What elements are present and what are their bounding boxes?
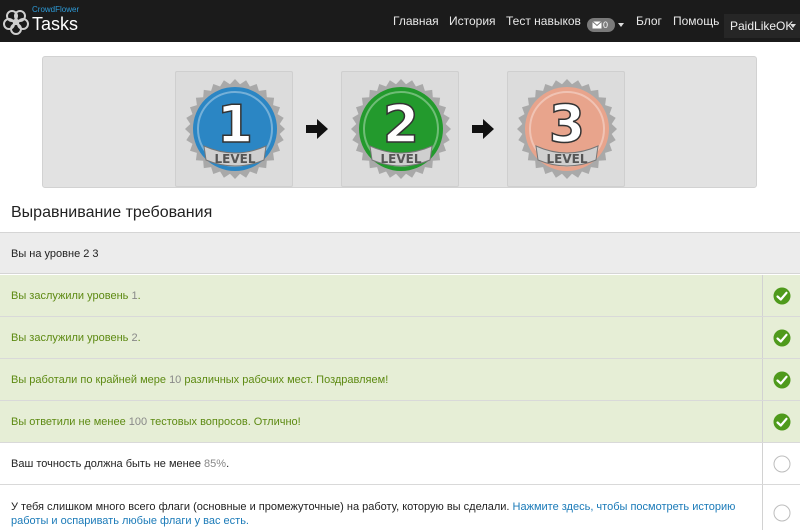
level-1-badge: 1 LEVEL [175, 71, 293, 187]
crowdflower-flower-icon [3, 10, 29, 35]
requirement-row: Ваш точность должна быть не менее 85%. [0, 443, 800, 485]
svg-text:LEVEL: LEVEL [547, 152, 588, 166]
requirement-row: Вы работали по крайней мере 10 различных… [0, 359, 800, 401]
brand-title: Tasks [32, 14, 79, 34]
current-level-row: Вы на уровне 2 3 [0, 232, 800, 274]
level-3-badge: 3 LEVEL [507, 71, 625, 187]
requirement-row: Вы заслужили уровень 2. [0, 317, 800, 359]
nav-skills-test[interactable]: Тест навыков [506, 0, 581, 42]
requirement-row: Вы ответили не менее 100 тестовых вопрос… [0, 401, 800, 443]
level-badge-icon: 1LEVEL [185, 79, 285, 179]
chevron-down-icon [790, 24, 796, 28]
nav-help[interactable]: Помощь [673, 0, 719, 42]
check-circle-icon [773, 287, 791, 305]
envelope-icon [592, 21, 602, 29]
user-name: PaidLikeOK [730, 19, 794, 33]
arrow-right-icon [306, 119, 328, 139]
column-divider [762, 485, 763, 530]
svg-text:1: 1 [217, 95, 253, 155]
user-menu[interactable]: PaidLikeOK [724, 14, 800, 38]
column-divider [762, 443, 763, 484]
column-divider [762, 401, 763, 442]
arrow-right-icon [472, 119, 494, 139]
requirement-text: Ваш точность должна быть не менее 85%. [11, 458, 230, 470]
check-circle-icon [773, 329, 791, 347]
check-circle-icon [773, 371, 791, 389]
requirement-text: Вы заслужили уровень 1. [11, 290, 141, 302]
nav-home[interactable]: Главная [393, 0, 439, 42]
svg-text:LEVEL: LEVEL [381, 152, 422, 166]
nav-blog[interactable]: Блог [636, 0, 662, 42]
requirement-text: Вы работали по крайней мере 10 различных… [11, 374, 389, 386]
chevron-down-icon [618, 23, 624, 27]
level-badge-icon: 2LEVEL [351, 79, 451, 179]
messages-button[interactable]: 0 [587, 18, 615, 32]
brand-company: CrowdFlower [32, 5, 80, 14]
top-navbar: CrowdFlower Tasks Главная История Тест н… [0, 0, 800, 42]
empty-circle-icon [773, 455, 791, 473]
current-level-text: Вы на уровне 2 3 [11, 248, 99, 260]
empty-circle-icon [773, 504, 791, 522]
brand-logo[interactable]: CrowdFlower Tasks [0, 3, 90, 39]
column-divider [762, 275, 763, 316]
svg-text:LEVEL: LEVEL [215, 152, 256, 166]
column-divider [762, 317, 763, 358]
svg-text:2: 2 [383, 95, 419, 155]
requirement-text: Вы заслужили уровень 2. [11, 332, 141, 344]
messages-count: 0 [603, 20, 609, 30]
svg-text:3: 3 [549, 95, 585, 155]
level-2-badge: 2 LEVEL [341, 71, 459, 187]
check-circle-icon [773, 413, 791, 431]
level-badge-icon: 3LEVEL [517, 79, 617, 179]
column-divider [762, 359, 763, 400]
requirement-text: Вы ответили не менее 100 тестовых вопрос… [11, 416, 301, 428]
nav-history[interactable]: История [449, 0, 496, 42]
page-title: Выравнивание требования [11, 204, 213, 221]
requirement-row: У тебя слишком много всего флаги (основн… [0, 485, 800, 530]
requirement-text: У тебя слишком много всего флаги (основн… [11, 501, 736, 527]
level-banner: 1 LEVEL 2 LEVEL 3 LEVEL [42, 56, 757, 188]
requirement-row: Вы заслужили уровень 1. [0, 275, 800, 317]
